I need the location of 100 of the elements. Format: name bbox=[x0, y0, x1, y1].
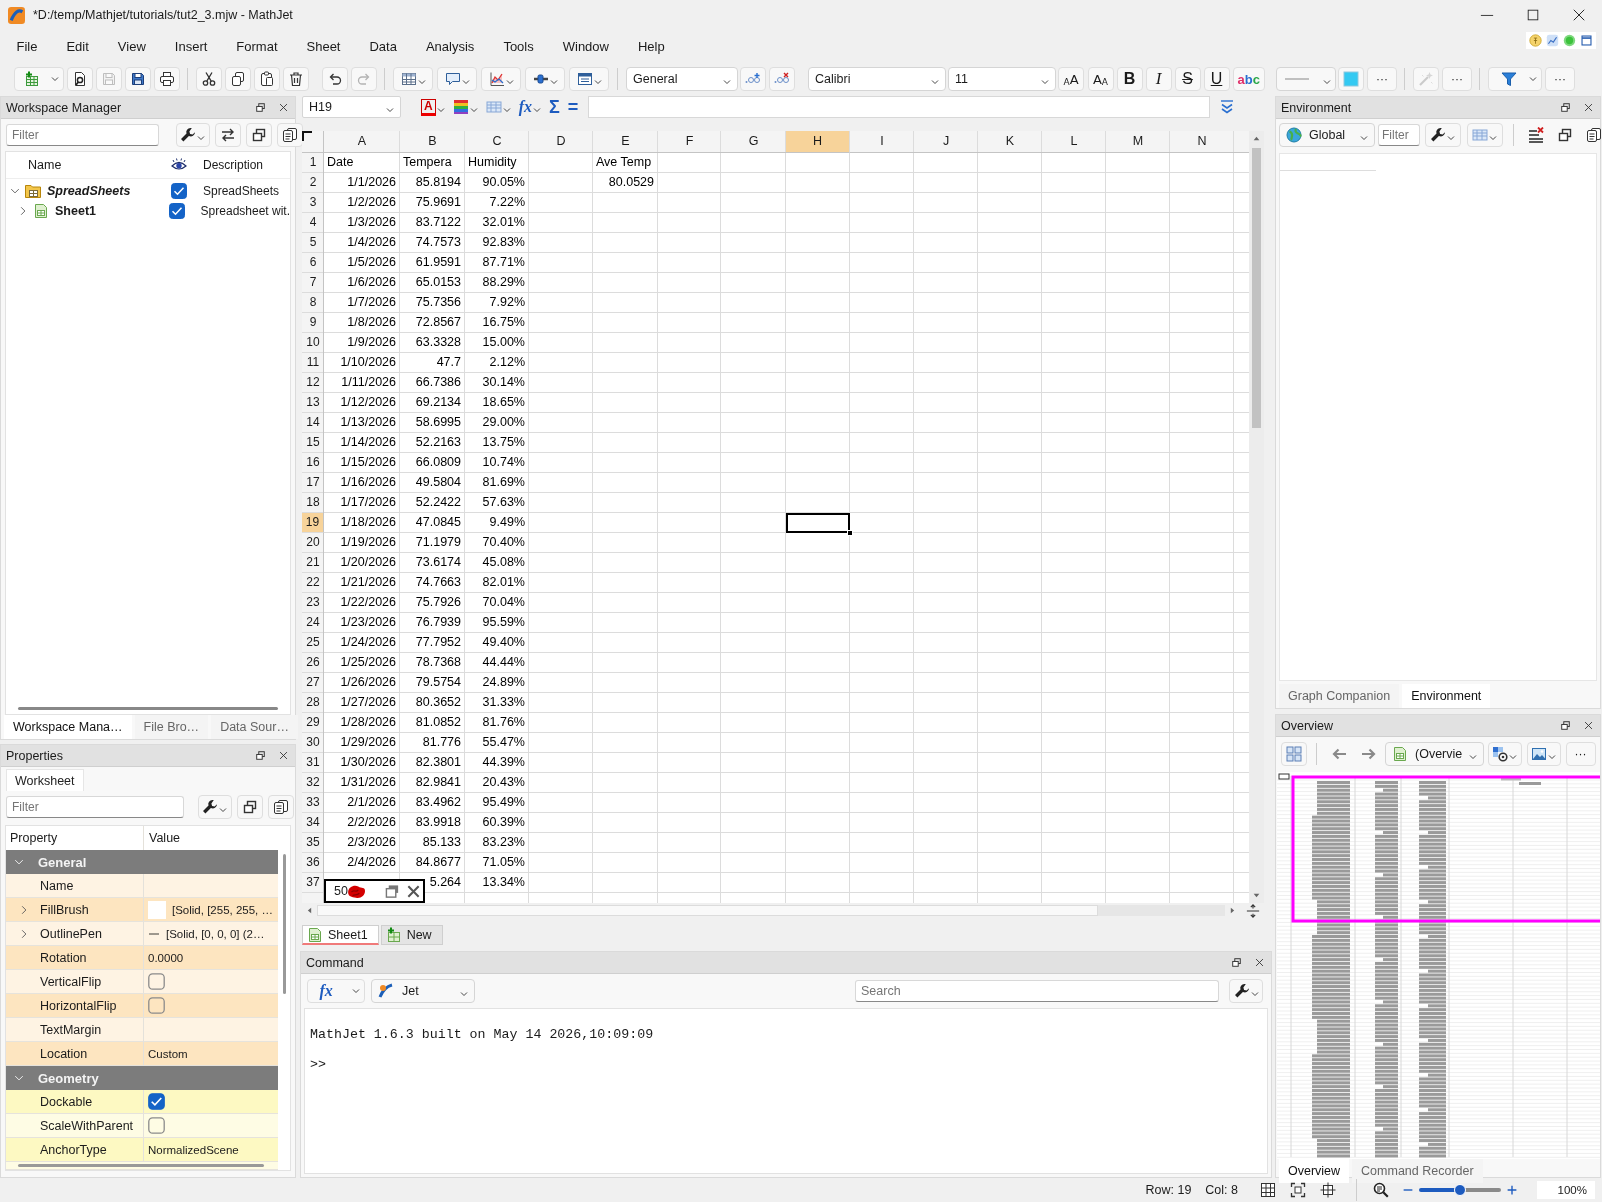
property-row[interactable]: HorizontalFlip bbox=[6, 994, 278, 1018]
spreadsheet-grid[interactable] bbox=[302, 131, 1249, 903]
copy-button[interactable] bbox=[224, 67, 251, 91]
close-icon[interactable] bbox=[1254, 957, 1265, 968]
column-header[interactable]: Name bbox=[6, 158, 161, 172]
sheet-tab[interactable]: New bbox=[380, 925, 443, 945]
collapse-button[interactable] bbox=[236, 795, 263, 819]
chevron-icon[interactable] bbox=[10, 186, 20, 196]
row-header[interactable]: 21 bbox=[302, 553, 324, 573]
column-header[interactable]: C bbox=[465, 131, 529, 153]
column-header[interactable]: M bbox=[1106, 131, 1170, 153]
arrow-right-icon[interactable] bbox=[1228, 906, 1237, 915]
grow-font-button[interactable]: AA bbox=[1058, 67, 1084, 91]
arrow-up-icon[interactable] bbox=[1252, 134, 1261, 143]
underline-button[interactable]: U bbox=[1203, 67, 1230, 91]
arrow-right-icon[interactable] bbox=[1361, 746, 1377, 762]
property-row[interactable]: ScaleWithParent bbox=[6, 1114, 278, 1138]
float-icon[interactable] bbox=[1560, 102, 1571, 113]
more-button[interactable]: ··· bbox=[1544, 67, 1575, 91]
row-header[interactable]: 17 bbox=[302, 473, 324, 493]
menu-item[interactable]: View bbox=[103, 37, 161, 57]
font-dropdown[interactable]: Calibri bbox=[808, 67, 946, 91]
function-button[interactable]: fx bbox=[306, 979, 365, 1003]
windows-icon[interactable] bbox=[1557, 127, 1573, 143]
text-box-object[interactable]: 50 bbox=[324, 879, 425, 903]
close-icon[interactable] bbox=[278, 750, 289, 761]
column-header[interactable]: Description bbox=[197, 158, 264, 172]
eye-icon[interactable] bbox=[171, 157, 187, 173]
chart-button[interactable] bbox=[481, 67, 521, 91]
chevron-icon[interactable] bbox=[14, 857, 24, 867]
control-button[interactable] bbox=[525, 67, 565, 91]
tree-item[interactable]: SpreadSheets bbox=[47, 184, 131, 198]
more-button[interactable]: ··· bbox=[1441, 67, 1472, 91]
row-header[interactable]: 27 bbox=[302, 673, 324, 693]
maximize-icon[interactable] bbox=[1526, 8, 1540, 22]
vertical-scrollbar[interactable] bbox=[283, 854, 286, 994]
column-header[interactable]: I bbox=[850, 131, 914, 153]
tools-button[interactable] bbox=[197, 795, 232, 819]
arrow-left-icon[interactable] bbox=[305, 906, 314, 915]
row-header[interactable]: 9 bbox=[302, 313, 324, 333]
column-header[interactable]: B bbox=[400, 131, 465, 153]
sheet-tab[interactable]: Sheet1 bbox=[302, 925, 379, 945]
checkbox[interactable] bbox=[148, 1093, 165, 1110]
float-icon[interactable] bbox=[1560, 720, 1571, 731]
menu-item[interactable]: Help bbox=[623, 37, 680, 57]
menu-item[interactable]: Format bbox=[221, 37, 292, 57]
property-row[interactable]: Rotation 0.0000 bbox=[6, 946, 278, 970]
row-header[interactable]: 12 bbox=[302, 373, 324, 393]
row-header[interactable]: 33 bbox=[302, 793, 324, 813]
documents-icon[interactable] bbox=[1586, 127, 1602, 143]
search-field[interactable]: Search bbox=[855, 980, 1219, 1002]
property-row[interactable]: Name bbox=[6, 874, 278, 898]
group-header[interactable]: General bbox=[6, 850, 278, 874]
column-header[interactable]: K bbox=[978, 131, 1042, 153]
tab[interactable]: Data Sour… bbox=[211, 715, 298, 739]
tab[interactable]: Graph Companion bbox=[1279, 684, 1400, 708]
language-dropdown[interactable]: Jet bbox=[371, 979, 475, 1003]
row-header[interactable]: 32 bbox=[302, 773, 324, 793]
row-header[interactable]: 37 bbox=[302, 873, 324, 893]
shrink-font-button[interactable]: AA bbox=[1087, 67, 1114, 91]
menu-item[interactable]: Sheet bbox=[292, 37, 355, 57]
fit-page-icon[interactable] bbox=[1290, 1182, 1306, 1198]
cut-button[interactable] bbox=[195, 67, 222, 91]
checkbox[interactable] bbox=[171, 183, 187, 199]
window-icon[interactable] bbox=[1580, 34, 1593, 47]
grid-icon[interactable] bbox=[1260, 1182, 1276, 1198]
tab[interactable]: Command Recorder bbox=[1352, 1159, 1483, 1183]
column-header[interactable]: Property bbox=[6, 831, 144, 845]
row-header[interactable]: 26 bbox=[302, 653, 324, 673]
tools-button[interactable] bbox=[1424, 123, 1461, 147]
more-button[interactable]: ··· bbox=[1366, 67, 1397, 91]
property-row[interactable]: VerticalFlip bbox=[6, 970, 278, 994]
filter-field[interactable]: Filter bbox=[6, 796, 184, 818]
collapse-button[interactable] bbox=[245, 123, 272, 147]
scrollbar-thumb[interactable] bbox=[1252, 148, 1261, 428]
row-header[interactable]: 8 bbox=[302, 293, 324, 313]
row-header[interactable]: 30 bbox=[302, 733, 324, 753]
row-header[interactable]: 18 bbox=[302, 493, 324, 513]
row-header[interactable]: 14 bbox=[302, 413, 324, 433]
column-header[interactable]: J bbox=[914, 131, 978, 153]
column-header[interactable]: F bbox=[658, 131, 721, 153]
bold-button[interactable]: B bbox=[1116, 67, 1143, 91]
italic-button[interactable]: I bbox=[1145, 67, 1172, 91]
insert-table-button[interactable] bbox=[393, 67, 433, 91]
strikethrough-button[interactable]: S bbox=[1174, 67, 1201, 91]
horizontal-scrollbar[interactable] bbox=[18, 707, 278, 710]
delete-button[interactable] bbox=[282, 67, 309, 91]
clear-list-icon[interactable] bbox=[1528, 127, 1544, 143]
row-header[interactable]: 4 bbox=[302, 213, 324, 233]
row-header[interactable]: 36 bbox=[302, 853, 324, 873]
row-header[interactable]: 28 bbox=[302, 693, 324, 713]
sync-button[interactable] bbox=[214, 123, 241, 147]
row-header[interactable]: 25 bbox=[302, 633, 324, 653]
select-all-button[interactable] bbox=[302, 131, 312, 141]
row-header[interactable]: 23 bbox=[302, 593, 324, 613]
row-header[interactable]: 35 bbox=[302, 833, 324, 853]
property-row[interactable]: Dockable bbox=[6, 1090, 278, 1114]
close-icon[interactable] bbox=[1583, 102, 1594, 113]
function-button[interactable]: fx bbox=[516, 96, 543, 118]
tab[interactable]: Environment bbox=[1402, 684, 1491, 708]
